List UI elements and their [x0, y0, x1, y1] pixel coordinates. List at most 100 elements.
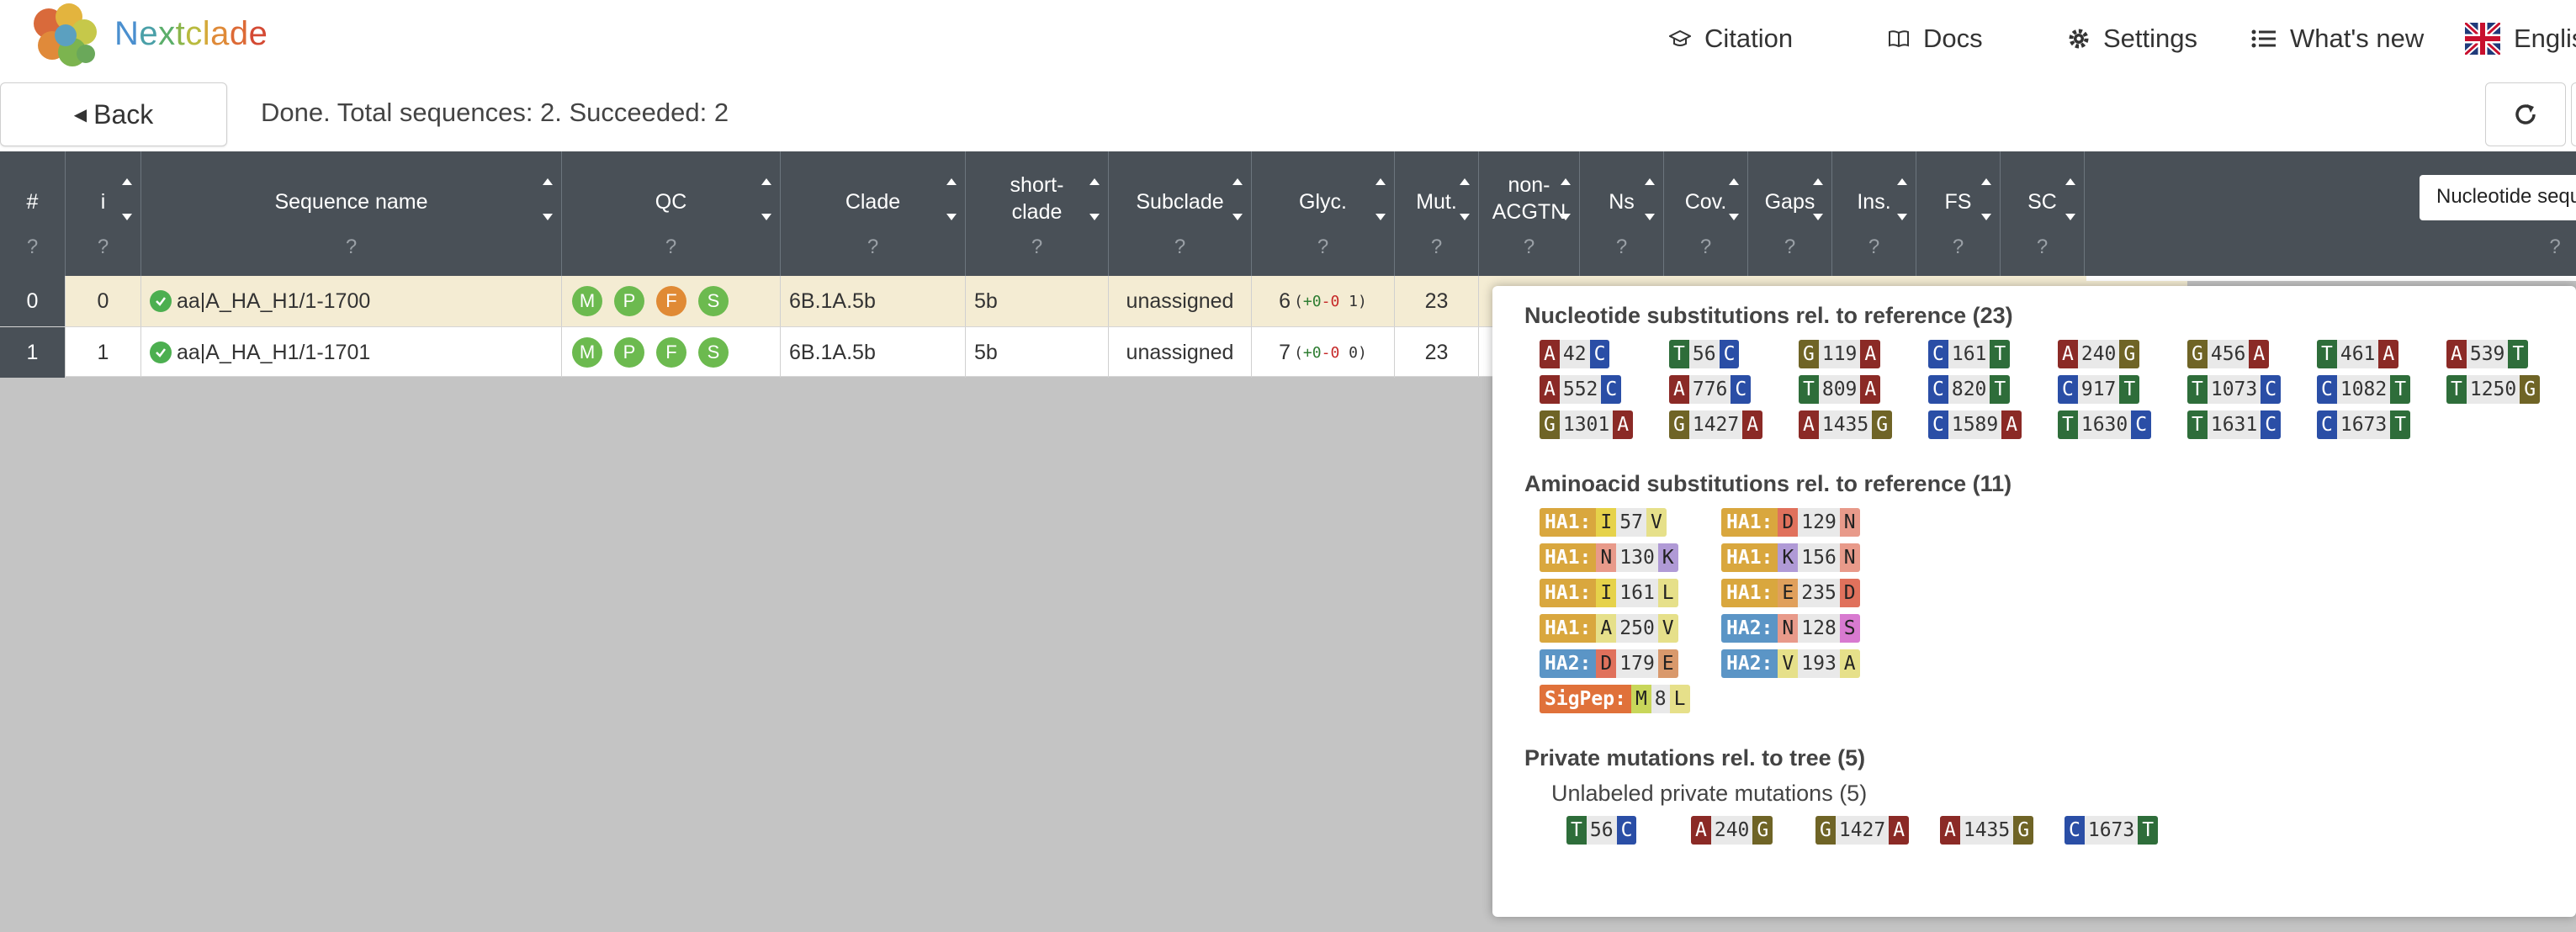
col-mutations[interactable]: Mut.?	[1395, 151, 1479, 276]
sort-up-icon[interactable]	[946, 178, 957, 185]
rerun-button[interactable]	[2485, 82, 2566, 146]
col-i[interactable]: i?	[66, 151, 141, 276]
col-sequence-name[interactable]: Sequence name?	[141, 151, 562, 276]
col-glycosylation[interactable]: Glyc.?	[1252, 151, 1395, 276]
nextclade-logo-icon[interactable]	[30, 3, 99, 71]
help-icon[interactable]: ?	[1916, 236, 2000, 259]
sort-up-icon[interactable]	[1232, 178, 1243, 185]
help-icon[interactable]: ?	[781, 236, 965, 259]
col-ns[interactable]: Ns?	[1580, 151, 1664, 276]
qc-stop-codons-icon[interactable]: S	[698, 337, 729, 368]
help-icon[interactable]: ?	[0, 236, 65, 259]
gear-icon	[2069, 29, 2089, 49]
sort-down-icon[interactable]	[1460, 214, 1470, 220]
qc-frame-shifts-icon[interactable]: F	[656, 337, 686, 368]
sort-up-icon[interactable]	[1897, 178, 1907, 185]
sort-down-icon[interactable]	[122, 214, 132, 220]
qc-missing-data-icon[interactable]: M	[572, 337, 602, 368]
nav-citation[interactable]: Citation	[1669, 22, 1793, 56]
nuc-mutation-badge: C 1082 T	[2317, 375, 2411, 404]
col-stop-codons[interactable]: SC?	[2001, 151, 2085, 276]
sort-up-icon[interactable]	[761, 178, 771, 185]
col-subclade[interactable]: Subclade?	[1109, 151, 1252, 276]
help-icon[interactable]: ?	[1395, 236, 1478, 259]
nuc-mutation-badge: C 1673 T	[2317, 410, 2411, 439]
sort-up-icon[interactable]	[1089, 178, 1100, 185]
help-icon[interactable]: ?	[966, 236, 1108, 259]
sort-up-icon[interactable]	[1813, 178, 1823, 185]
row-qc[interactable]: M P F S	[562, 327, 781, 378]
nav-settings[interactable]: Settings	[2068, 22, 2197, 56]
glyc-lost: -0	[1321, 292, 1340, 310]
help-icon[interactable]: ?	[1252, 236, 1394, 259]
qc-private-mutations-icon[interactable]: P	[614, 286, 644, 316]
help-icon[interactable]: ?	[2001, 236, 2084, 259]
sort-down-icon[interactable]	[1729, 214, 1739, 220]
export-button[interactable]	[2571, 82, 2576, 146]
sort-down-icon[interactable]	[543, 214, 553, 220]
col-coverage[interactable]: Cov.?	[1664, 151, 1748, 276]
sort-up-icon[interactable]	[1561, 178, 1571, 185]
nav-language[interactable]: English	[2465, 22, 2576, 56]
sort-down-icon[interactable]	[761, 214, 771, 220]
gene-name: HA1:	[1721, 579, 1778, 607]
sort-down-icon[interactable]	[2065, 214, 2075, 220]
sort-up-icon[interactable]	[543, 178, 553, 185]
row-glycosylation[interactable]: 6 (+0-0 1)	[1252, 276, 1395, 326]
help-icon[interactable]: ?	[141, 236, 561, 259]
help-icon[interactable]: ?	[1748, 236, 1831, 259]
sequence-view-selector[interactable]: Nucleotide sequence	[2420, 175, 2576, 220]
qc-stop-codons-icon[interactable]: S	[698, 286, 729, 316]
sort-up-icon[interactable]	[2065, 178, 2075, 185]
qc-frame-shifts-icon[interactable]: F	[656, 286, 686, 316]
col-qc[interactable]: QC?	[562, 151, 781, 276]
sort-down-icon[interactable]	[1645, 214, 1655, 220]
row-qc[interactable]: M P F S	[562, 276, 781, 326]
mutation-position: 56	[1586, 816, 1617, 845]
row-mutations[interactable]: 23	[1395, 276, 1479, 326]
col-short-clade[interactable]: short-clade?	[966, 151, 1109, 276]
sort-down-icon[interactable]	[1981, 214, 1991, 220]
sequence-view-strip[interactable]	[2086, 276, 2576, 281]
back-button[interactable]: ◀ Back	[0, 82, 227, 146]
help-icon[interactable]: ?	[66, 236, 140, 259]
sort-up-icon[interactable]	[1645, 178, 1655, 185]
sort-down-icon[interactable]	[1375, 214, 1386, 220]
qc-missing-data-icon[interactable]: M	[572, 286, 602, 316]
help-icon[interactable]: ?	[1832, 236, 1916, 259]
mutation-position: 809	[1818, 375, 1861, 404]
col-frame-shifts[interactable]: FS?	[1916, 151, 2001, 276]
sort-down-icon[interactable]	[1897, 214, 1907, 220]
nav-docs[interactable]: Docs	[1888, 22, 1983, 56]
help-icon[interactable]: ?	[1664, 236, 1747, 259]
sort-up-icon[interactable]	[1981, 178, 1991, 185]
row-sequence-name[interactable]: aa|A_HA_H1/1-1701	[141, 327, 562, 378]
sort-down-icon[interactable]	[1089, 214, 1100, 220]
help-icon[interactable]: ?	[1479, 236, 1579, 259]
row-mutations[interactable]: 23	[1395, 327, 1479, 378]
sort-up-icon[interactable]	[1729, 178, 1739, 185]
col-gaps[interactable]: Gaps?	[1748, 151, 1832, 276]
sort-up-icon[interactable]	[122, 178, 132, 185]
sort-down-icon[interactable]	[1232, 214, 1243, 220]
sort-down-icon[interactable]	[1561, 214, 1571, 220]
sort-down-icon[interactable]	[1813, 214, 1823, 220]
col-insertions[interactable]: Ins.?	[1832, 151, 1916, 276]
query-nucleotide: A	[2378, 340, 2399, 368]
col-index[interactable]: #?	[0, 151, 66, 276]
row-glycosylation[interactable]: 7 (+0-0 0)	[1252, 327, 1395, 378]
help-icon[interactable]: ?	[1580, 236, 1663, 259]
sort-up-icon[interactable]	[1460, 178, 1470, 185]
brand-name[interactable]: Nextclade	[114, 15, 268, 53]
help-icon[interactable]: ?	[1109, 236, 1251, 259]
help-icon[interactable]: ?	[2542, 236, 2568, 259]
col-non-acgtn[interactable]: non- ACGTN?	[1479, 151, 1580, 276]
query-nucleotide: C	[2261, 375, 2282, 404]
nav-whats-new[interactable]: What's new	[2251, 22, 2424, 56]
row-sequence-name[interactable]: aa|A_HA_H1/1-1700	[141, 276, 562, 326]
sort-down-icon[interactable]	[946, 214, 957, 220]
sort-up-icon[interactable]	[1375, 178, 1386, 185]
help-icon[interactable]: ?	[562, 236, 780, 259]
col-clade[interactable]: Clade?	[781, 151, 966, 276]
qc-private-mutations-icon[interactable]: P	[614, 337, 644, 368]
